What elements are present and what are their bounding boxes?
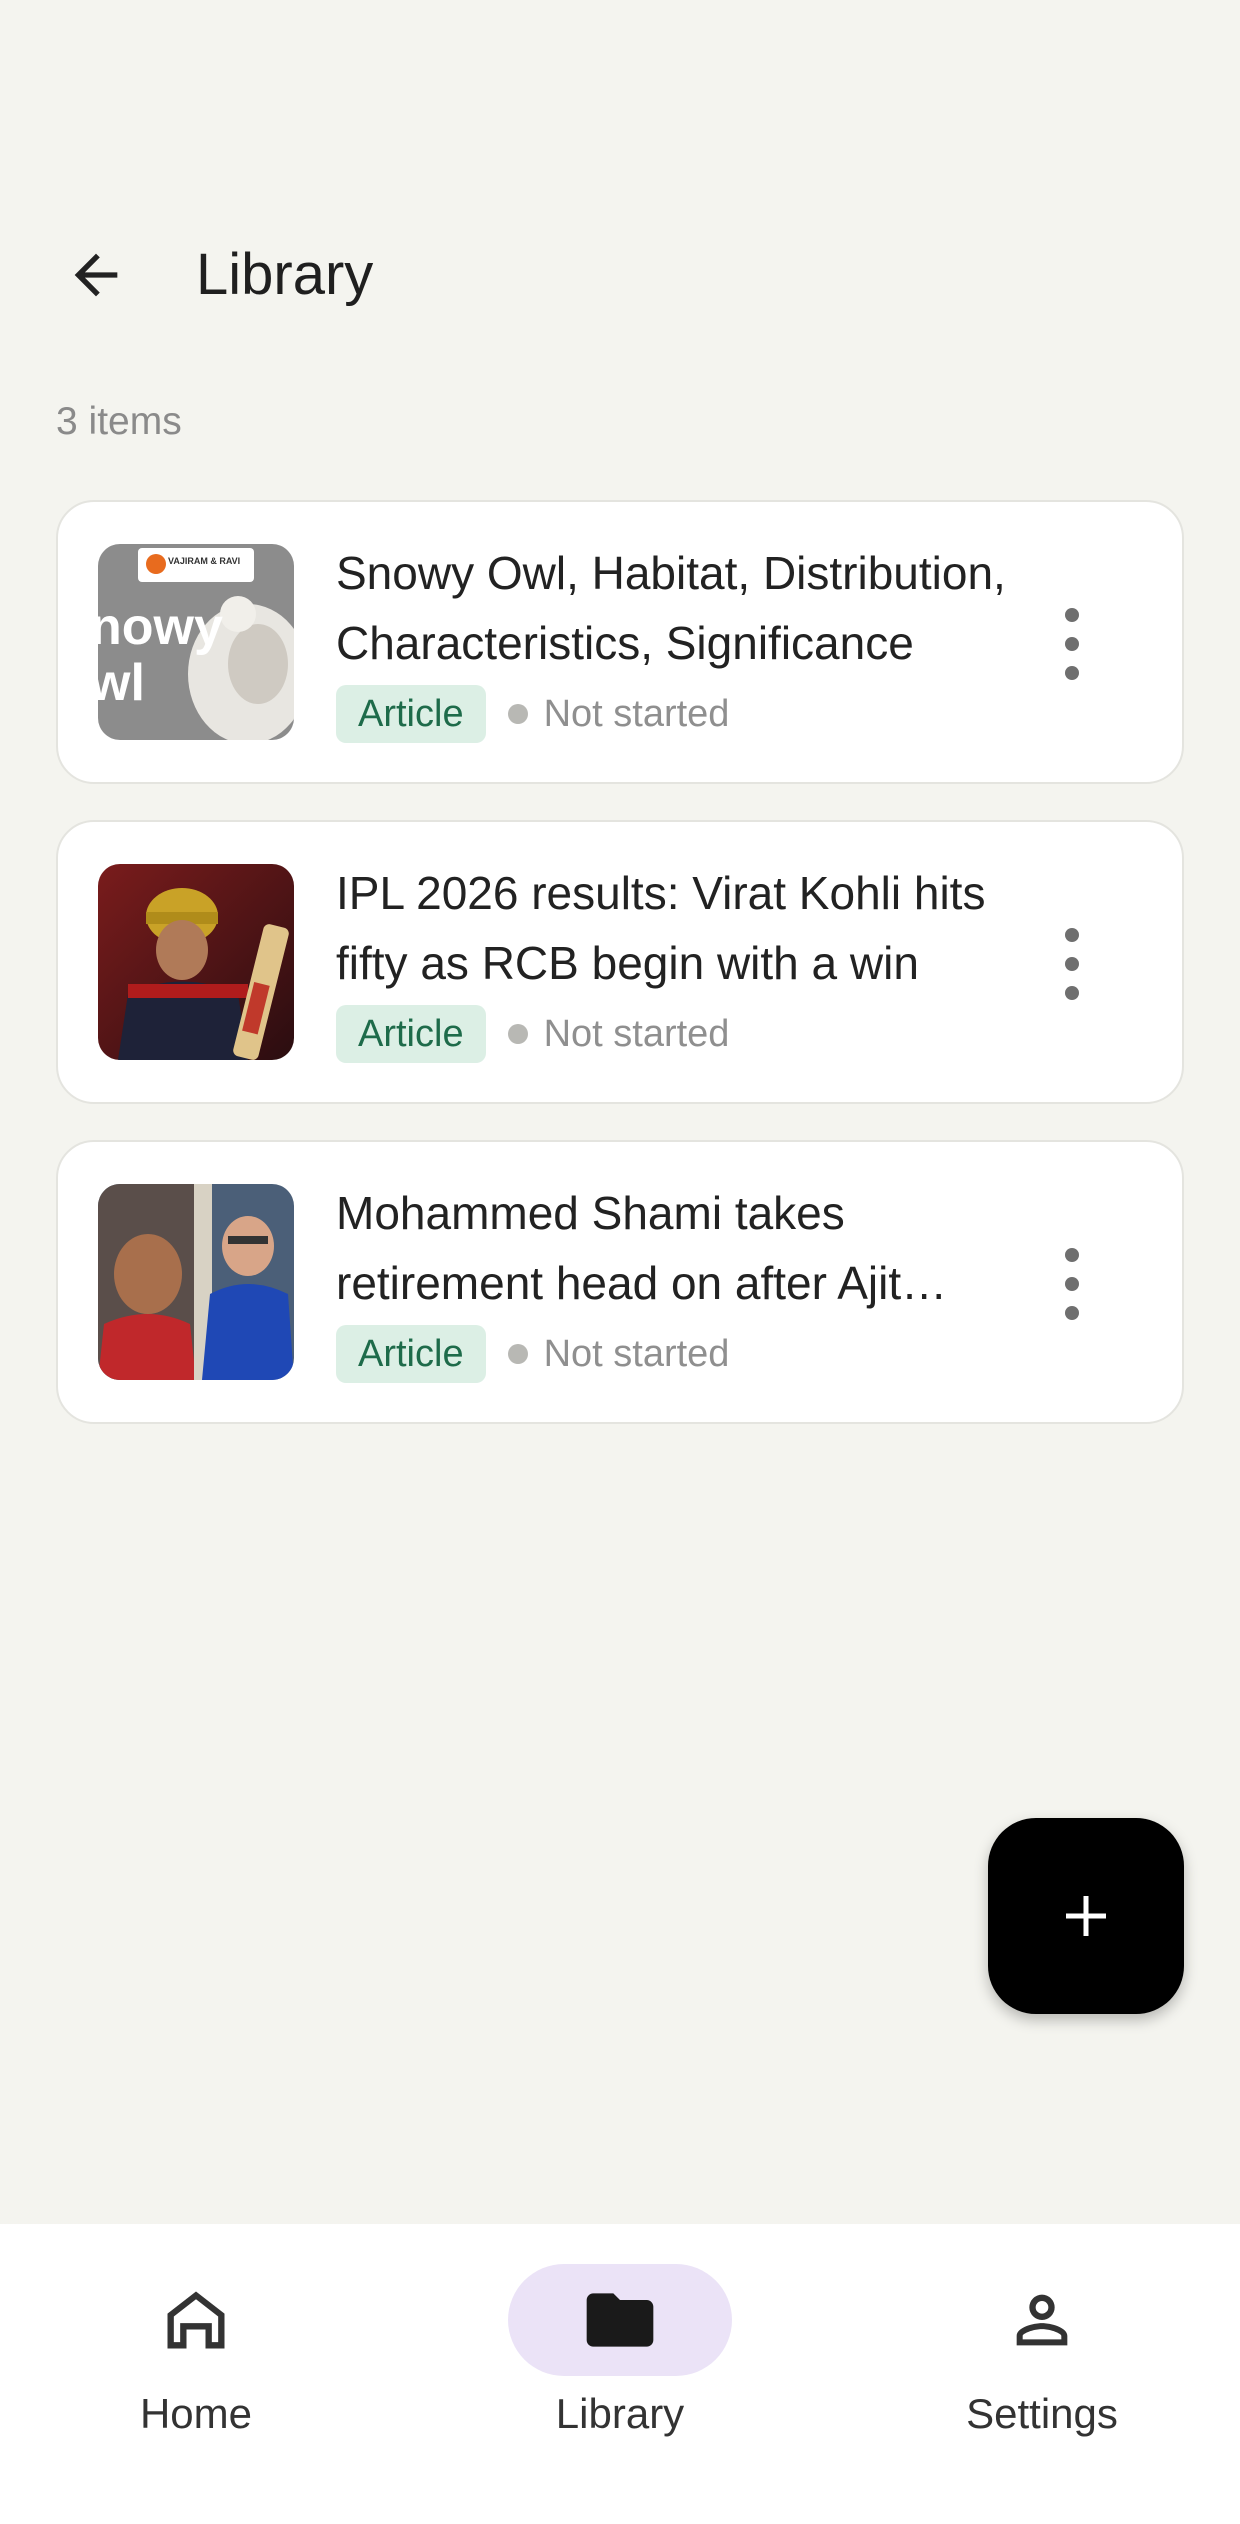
nav-item-settings[interactable]: Settings bbox=[892, 2264, 1192, 2464]
item-title: IPL 2026 results: Virat Kohli hits fifty… bbox=[336, 867, 986, 989]
thumbnail-image bbox=[98, 864, 294, 1060]
home-icon bbox=[167, 2291, 225, 2349]
list-item[interactable]: Mohammed Shami takes retirement head on … bbox=[56, 1140, 1184, 1424]
thumbnail-image bbox=[98, 1184, 294, 1380]
list-item[interactable]: VAJIRAM & RAVI nowy wl Snowy Owl, Habita… bbox=[56, 500, 1184, 784]
type-badge: Article bbox=[336, 1325, 486, 1383]
nav-label-home: Home bbox=[139, 2390, 253, 2437]
nav-item-home[interactable]: Home bbox=[46, 2264, 346, 2464]
item-meta: Article Not started bbox=[336, 684, 729, 744]
nav-label-library: Library bbox=[555, 2390, 685, 2437]
item-title: Mohammed Shami takes retirement head on … bbox=[336, 1187, 902, 1309]
status-text: Not started bbox=[543, 692, 730, 735]
back-button[interactable] bbox=[56, 240, 136, 310]
thumbnail-image: VAJIRAM & RAVI nowy wl bbox=[98, 544, 294, 740]
type-badge: Article bbox=[336, 1005, 486, 1063]
more-vert-icon bbox=[1065, 608, 1079, 622]
status-dot-icon bbox=[507, 1024, 528, 1044]
person-icon bbox=[1016, 2294, 1068, 2346]
svg-text:nowy: nowy bbox=[98, 598, 223, 656]
item-meta: Article Not started bbox=[336, 1324, 729, 1384]
more-options-button[interactable] bbox=[1052, 928, 1092, 1000]
page-title: Library bbox=[196, 242, 374, 307]
add-item-button[interactable] bbox=[988, 1818, 1184, 2014]
nav-label-settings: Settings bbox=[966, 2390, 1118, 2437]
item-title: Snowy Owl, Habitat, Distribution, Charac… bbox=[336, 547, 1006, 669]
more-vert-icon bbox=[1065, 1248, 1079, 1262]
status-text: Not started bbox=[543, 1012, 730, 1055]
folder-icon bbox=[586, 2293, 654, 2347]
library-list: VAJIRAM & RAVI nowy wl Snowy Owl, Habita… bbox=[56, 500, 1184, 1460]
list-item[interactable]: IPL 2026 results: Virat Kohli hits fifty… bbox=[56, 820, 1184, 1104]
app-bar: Library bbox=[0, 220, 1240, 330]
svg-text:VAJIRAM & RAVI: VAJIRAM & RAVI bbox=[168, 556, 240, 566]
more-options-button[interactable] bbox=[1052, 1248, 1092, 1320]
item-meta: Article Not started bbox=[336, 1004, 729, 1064]
item-count: 3 items bbox=[56, 400, 182, 443]
plus-icon bbox=[1066, 1896, 1106, 1936]
type-badge: Article bbox=[336, 685, 486, 743]
arrow-left-icon bbox=[74, 253, 118, 297]
svg-text:wl: wl bbox=[98, 654, 145, 712]
more-options-button[interactable] bbox=[1052, 608, 1092, 680]
status-dot-icon bbox=[507, 704, 528, 724]
more-vert-icon bbox=[1065, 928, 1079, 942]
status-text: Not started bbox=[543, 1332, 730, 1375]
nav-item-library[interactable]: Library bbox=[470, 2264, 770, 2464]
bottom-navigation: Home Library Settings bbox=[0, 2224, 1240, 2524]
nav-active-indicator bbox=[508, 2264, 732, 2376]
status-dot-icon bbox=[507, 1344, 528, 1364]
